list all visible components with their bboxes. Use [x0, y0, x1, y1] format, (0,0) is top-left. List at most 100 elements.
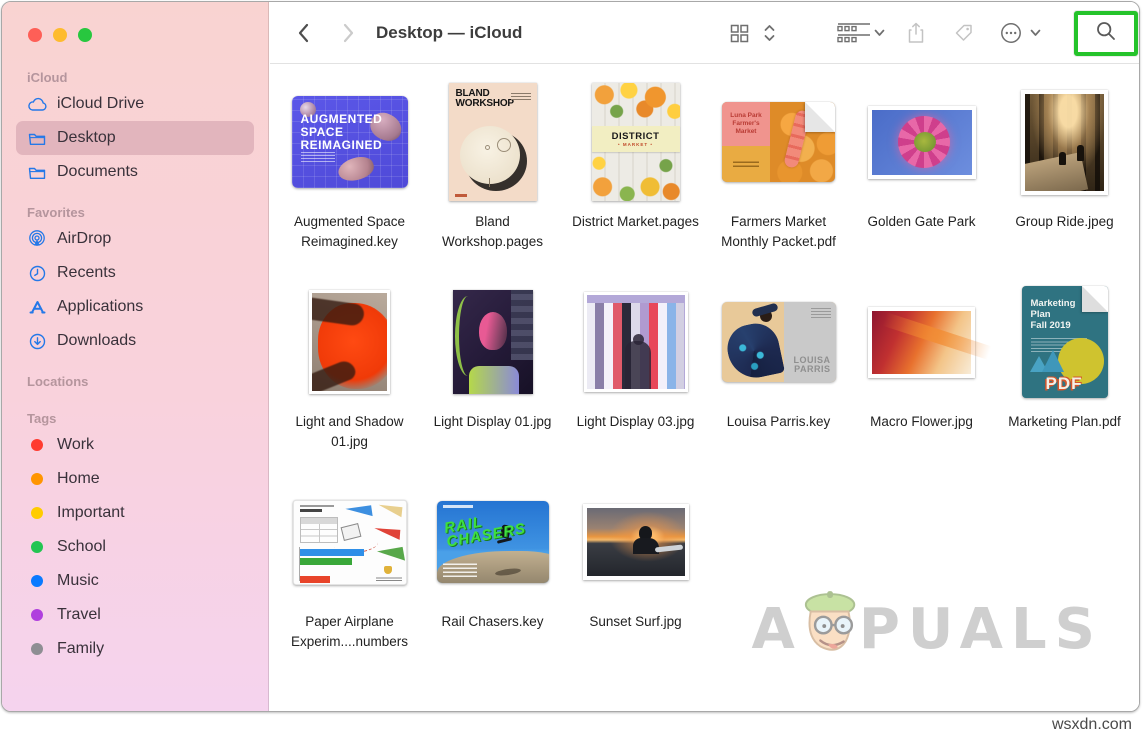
pdf-badge: PDF [1046, 374, 1083, 394]
sidebar-tag-work[interactable]: Work [16, 428, 254, 462]
sidebar-item-label: Recents [57, 264, 116, 282]
file-item-augmented-space[interactable]: AUGMENTEDSPACEREIMAGINED Augmented Space… [278, 79, 421, 279]
sidebar-item-desktop[interactable]: Desktop [16, 121, 254, 155]
forward-button[interactable] [336, 2, 360, 64]
file-item-group-ride[interactable]: Group Ride.jpeg [993, 79, 1136, 279]
tag-dot-icon [31, 643, 43, 655]
sidebar-item-label: Documents [57, 163, 138, 181]
section-header-favorites: Favorites [2, 205, 268, 222]
tag-dot-icon [31, 473, 43, 485]
file-thumbnail: Luna ParkFarmer's Market [722, 102, 835, 182]
file-browser: AUGMENTEDSPACEREIMAGINED Augmented Space… [270, 65, 1139, 711]
sidebar-tag-travel[interactable]: Travel [16, 598, 254, 632]
sidebar-item-recents[interactable]: Recents [16, 256, 254, 290]
main-area: Desktop — iCloud [270, 2, 1139, 711]
tag-label: Important [57, 504, 125, 522]
file-item-light-display-03[interactable]: Light Display 03.jpg [564, 279, 707, 479]
site-credit: wsxdn.com [1052, 716, 1132, 734]
file-item-golden-gate-park[interactable]: Golden Gate Park [850, 79, 993, 279]
section-header-locations: Locations [2, 374, 268, 391]
file-name: Light Display 03.jpg [577, 412, 695, 432]
file-name: Light and Shadow 01.jpg [281, 412, 419, 452]
file-item-rail-chasers[interactable]: RAILCHASERS Rail Chasers.key [421, 479, 564, 679]
sidebar: iCloud iCloud Drive Desktop Documents Fa… [2, 2, 269, 711]
file-thumbnail [453, 290, 533, 394]
file-name: Golden Gate Park [867, 212, 975, 232]
file-name: Rail Chasers.key [441, 612, 543, 632]
file-item-paper-airplane[interactable]: Paper Airplane Experim....numbers [278, 479, 421, 679]
file-item-district-market[interactable]: DISTRICT• MARKET • District Market.pages [564, 79, 707, 279]
file-item-louisa-parris[interactable]: LOUISAPARRIS Louisa Parris.key [707, 279, 850, 479]
finder-window: iCloud iCloud Drive Desktop Documents Fa… [1, 1, 1140, 712]
tag-dot-icon [31, 609, 43, 621]
grid-view-button[interactable] [726, 2, 752, 64]
sidebar-tag-school[interactable]: School [16, 530, 254, 564]
tag-button[interactable] [952, 2, 976, 64]
sidebar-tag-music[interactable]: Music [16, 564, 254, 598]
sidebar-item-icloud-drive[interactable]: iCloud Drive [16, 87, 254, 121]
chevron-down-icon [872, 2, 886, 64]
file-name: Augmented Space Reimagined.key [281, 212, 419, 252]
file-thumbnail [293, 500, 407, 585]
zoom-button[interactable] [78, 28, 92, 42]
download-circle-icon [26, 332, 48, 350]
file-item-light-and-shadow[interactable]: Light and Shadow 01.jpg [278, 279, 421, 479]
tag-label: Travel [57, 606, 101, 624]
sidebar-item-label: Applications [57, 298, 143, 316]
file-name: Marketing Plan.pdf [1008, 412, 1121, 432]
tag-label: School [57, 538, 106, 556]
file-thumbnail: MarketingPlanFall 2019 PDF [1022, 286, 1108, 398]
tag-label: Family [57, 640, 104, 658]
sidebar-item-downloads[interactable]: Downloads [16, 324, 254, 358]
file-item-sunset-surf[interactable]: Sunset Surf.jpg [564, 479, 707, 679]
group-by-button[interactable] [836, 2, 872, 64]
file-name: Louisa Parris.key [727, 412, 831, 432]
sidebar-item-airdrop[interactable]: AirDrop [16, 222, 254, 256]
file-thumbnail: LOUISAPARRIS [722, 302, 836, 382]
search-button[interactable] [1074, 11, 1138, 56]
file-item-marketing-plan[interactable]: MarketingPlanFall 2019 PDF Marketing Pla… [993, 279, 1136, 479]
minimize-button[interactable] [53, 28, 67, 42]
traffic-lights [2, 2, 268, 54]
file-name: Sunset Surf.jpg [589, 612, 681, 632]
file-name: Paper Airplane Experim....numbers [281, 612, 419, 652]
sidebar-item-applications[interactable]: Applications [16, 290, 254, 324]
view-stepper-icon[interactable] [760, 2, 778, 64]
tag-label: Work [57, 436, 94, 454]
tag-dot-icon [31, 575, 43, 587]
sidebar-item-label: Desktop [57, 129, 116, 147]
file-name: Light Display 01.jpg [434, 412, 552, 432]
file-thumbnail: AUGMENTEDSPACEREIMAGINED [292, 96, 408, 188]
file-item-light-display-01[interactable]: Light Display 01.jpg [421, 279, 564, 479]
sidebar-tag-important[interactable]: Important [16, 496, 254, 530]
file-item-bland-workshop[interactable]: BLANDWORKSHOP Bland Workshop.pages [421, 79, 564, 279]
folded-corner [805, 102, 835, 132]
tag-label: Home [57, 470, 100, 488]
airdrop-icon [26, 230, 48, 248]
tag-dot-icon [31, 439, 43, 451]
window-title: Desktop — iCloud [376, 2, 522, 64]
tag-dot-icon [31, 507, 43, 519]
file-item-macro-flower[interactable]: Macro Flower.jpg [850, 279, 993, 479]
file-thumbnail [309, 290, 390, 394]
section-header-tags: Tags [2, 411, 268, 428]
share-button[interactable] [904, 2, 928, 64]
back-button[interactable] [292, 2, 316, 64]
sidebar-tag-family[interactable]: Family [16, 632, 254, 666]
file-name: Bland Workshop.pages [424, 212, 562, 252]
file-name: Farmers Market Monthly Packet.pdf [710, 212, 848, 252]
folder-icon [26, 129, 48, 147]
file-thumbnail [868, 106, 976, 179]
file-thumbnail: RAILCHASERS [437, 501, 549, 583]
file-thumbnail [868, 307, 975, 378]
more-button[interactable] [998, 2, 1024, 64]
close-button[interactable] [28, 28, 42, 42]
sidebar-tag-home[interactable]: Home [16, 462, 254, 496]
file-item-farmers-market[interactable]: Luna ParkFarmer's Market Farmers Market … [707, 79, 850, 279]
applications-icon [26, 298, 48, 316]
file-name: District Market.pages [572, 212, 699, 232]
tag-label: Music [57, 572, 99, 590]
chevron-down-icon [1028, 2, 1042, 64]
sidebar-item-documents[interactable]: Documents [16, 155, 254, 189]
clock-icon [26, 264, 48, 282]
